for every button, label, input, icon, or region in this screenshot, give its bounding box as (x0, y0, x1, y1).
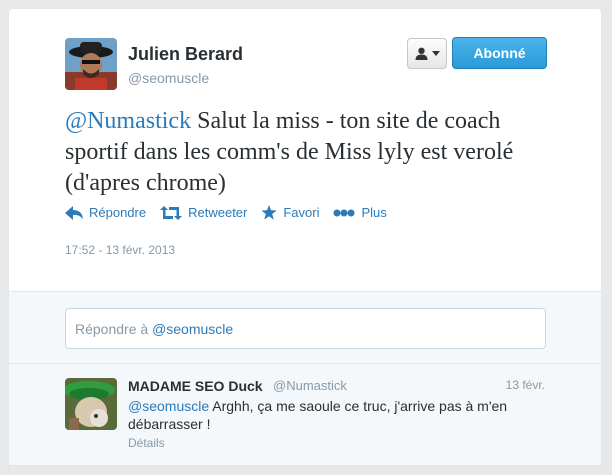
reply-button[interactable]: Répondre (65, 205, 146, 220)
dots-icon (333, 209, 355, 217)
reply-display-name[interactable]: MADAME SEO Duck (128, 378, 263, 394)
tweet-mention-link[interactable]: @Numastick (65, 108, 191, 134)
reply-timestamp[interactable]: 13 févr. (506, 378, 545, 392)
more-label: Plus (361, 205, 387, 220)
main-tweet: Julien Berard @seomuscle Abonné @Numasti… (9, 9, 601, 291)
reply-placeholder-mention: @seomuscle (152, 321, 234, 337)
following-button[interactable]: Abonné (452, 37, 547, 69)
username[interactable]: @seomuscle (128, 70, 209, 86)
tweet-card: Julien Berard @seomuscle Abonné @Numasti… (8, 8, 602, 475)
tweet-text: @Numastick Salut la miss - ton site de c… (65, 106, 555, 199)
display-name[interactable]: Julien Berard (128, 44, 243, 65)
reply-input[interactable]: Répondre à @seomuscle (65, 308, 546, 349)
user-actions-dropdown[interactable] (407, 38, 447, 69)
retweet-button[interactable]: Retweeter (160, 205, 247, 220)
details-link[interactable]: Détails (128, 436, 165, 450)
tweet-timestamp[interactable]: 17:52 - 13 févr. 2013 (65, 243, 175, 257)
reply-avatar[interactable] (65, 378, 117, 430)
more-button[interactable]: Plus (333, 205, 387, 220)
reply-text: @seomuscle Arghh, ça me saoule ce truc, … (128, 397, 548, 433)
avatar[interactable] (65, 38, 117, 90)
reply-mention-link[interactable]: @seomuscle (128, 398, 209, 414)
reply-arrow-icon (65, 205, 83, 220)
tweet-actions: Répondre Retweeter Favori Plus (65, 205, 401, 220)
reply-placeholder-prefix: Répondre à (75, 321, 153, 337)
chevron-down-icon (431, 51, 440, 56)
reply-area: Répondre à @seomuscle (9, 291, 601, 364)
favorite-label: Favori (283, 205, 320, 220)
reply-label: Répondre (89, 205, 147, 220)
retweet-label: Retweeter (188, 205, 248, 220)
user-icon (415, 47, 427, 60)
reply-tweet[interactable]: MADAME SEO Duck @Numastick 13 févr. @seo… (9, 364, 601, 474)
reply-username[interactable]: @Numastick (273, 378, 347, 393)
bottom-divider (9, 465, 601, 475)
retweet-icon (160, 205, 183, 220)
star-icon (261, 205, 278, 220)
favorite-button[interactable]: Favori (261, 205, 319, 220)
